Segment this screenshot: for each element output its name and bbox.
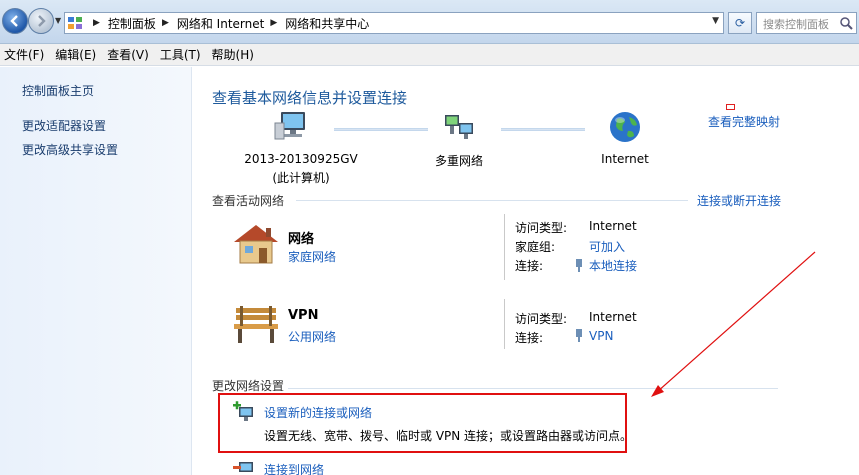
breadcrumb-separator-icon[interactable]: ▶ (162, 18, 169, 28)
local-connection-link[interactable]: 本地连接 (575, 257, 637, 274)
search-input[interactable]: 搜索控制面板 (756, 12, 857, 34)
back-button[interactable] (2, 8, 28, 34)
connection-line (334, 128, 428, 131)
divider (288, 388, 778, 389)
multiple-networks-label: 多重网络 (434, 154, 483, 168)
main-content: 查看基本网络信息并设置连接 查看完整映射 2013-20130925GV (此计… (193, 67, 859, 475)
public-network-bench-icon[interactable] (230, 302, 282, 346)
multiple-networks-icon[interactable] (441, 109, 477, 145)
homegroup-key: 家庭组: (515, 240, 556, 254)
breadcrumb[interactable]: ▶ 控制面板 ▶ 网络和 Internet ▶ 网络和共享中心 ▼ (64, 12, 724, 34)
network-2-name: VPN (288, 308, 319, 323)
breadcrumb-label: 网络和共享中心 (285, 16, 370, 31)
access-type-key: 访问类型: (515, 221, 568, 235)
sidebar-item-advanced-sharing[interactable]: 更改高级共享设置 (22, 141, 118, 158)
divider (504, 299, 505, 349)
change-settings-heading: 更改网络设置 (212, 379, 285, 393)
full-map-link[interactable]: 查看完整映射 (708, 113, 780, 130)
active-networks-heading: 查看活动网络 (212, 194, 285, 208)
page-title: 查看基本网络信息并设置连接 (212, 89, 408, 107)
connection-key: 连接: (515, 331, 544, 345)
network-2-type-link[interactable]: 公用网络 (288, 328, 336, 345)
ethernet-plug-icon (576, 329, 582, 342)
menu-file[interactable]: 文件(F) (0, 46, 51, 63)
ethernet-plug-icon (576, 259, 582, 272)
menu-bar: 文件(F) 编辑(E) 查看(V) 工具(T) 帮助(H) (0, 44, 859, 66)
access-type-value: Internet (589, 219, 637, 233)
home-network-icon[interactable] (230, 222, 282, 266)
menu-help[interactable]: 帮助(H) (208, 46, 261, 63)
sidebar: 控制面板主页 更改适配器设置 更改高级共享设置 (0, 67, 192, 475)
menu-view[interactable]: 查看(V) (103, 46, 156, 63)
control-panel-icon (68, 17, 82, 29)
address-dropdown-icon[interactable]: ▼ (712, 16, 719, 26)
breadcrumb-item-sharing-center[interactable]: 网络和共享中心 (285, 15, 369, 32)
menu-edit[interactable]: 编辑(E) (51, 46, 103, 63)
sidebar-item-control-panel-home[interactable]: 控制面板主页 (22, 82, 94, 99)
homegroup-join-link[interactable]: 可加入 (589, 238, 625, 255)
computer-icon[interactable] (273, 109, 309, 145)
menu-tools[interactable]: 工具(T) (156, 46, 208, 63)
access-type-key: 访问类型: (515, 312, 568, 326)
divider (504, 214, 505, 280)
breadcrumb-separator-root[interactable]: ▶ (87, 18, 108, 28)
network-1-type-link[interactable]: 家庭网络 (288, 248, 336, 265)
annotation-mark (726, 104, 735, 110)
computer-name-label: 2013-20130925GV (244, 152, 358, 166)
connect-to-network-icon[interactable] (231, 458, 255, 475)
history-dropdown-icon[interactable]: ▼ (55, 16, 61, 25)
internet-globe-icon[interactable] (607, 109, 643, 145)
setup-new-connection-link[interactable]: 设置新的连接或网络 (264, 404, 372, 421)
forward-arrow-icon (38, 15, 46, 27)
local-connection-label: 本地连接 (589, 259, 638, 273)
sidebar-item-adapter-settings[interactable]: 更改适配器设置 (22, 117, 106, 134)
computer-note-label: (此计算机) (272, 171, 330, 185)
address-bar: ▼ ▶ 控制面板 ▶ 网络和 Internet ▶ 网络和共享中心 ▼ ⟳ 搜索控制… (0, 0, 859, 44)
divider (296, 200, 688, 201)
refresh-button[interactable]: ⟳ (728, 12, 752, 34)
refresh-icon: ⟳ (734, 16, 746, 30)
breadcrumb-item-network-internet[interactable]: 网络和 Internet ▶ (177, 15, 285, 32)
breadcrumb-item-control-panel[interactable]: 控制面板 ▶ (108, 15, 177, 32)
connection-line (501, 128, 585, 131)
connection-key: 连接: (515, 259, 544, 273)
vpn-connection-label: VPN (589, 329, 614, 343)
new-connection-icon[interactable] (231, 401, 255, 423)
search-placeholder: 搜索控制面板 (763, 18, 829, 31)
setup-new-connection-desc: 设置无线、宽带、拨号、临时或 VPN 连接；或设置路由器或访问点。 (264, 429, 633, 443)
internet-label: Internet (601, 152, 649, 166)
forward-button[interactable] (28, 8, 54, 34)
network-1-name: 网络 (288, 232, 315, 247)
highlight-box (218, 393, 627, 453)
back-arrow-icon (10, 15, 18, 27)
vpn-connection-link[interactable]: VPN (575, 329, 613, 343)
connect-to-network-link[interactable]: 连接到网络 (264, 461, 324, 475)
access-type-value: Internet (589, 310, 637, 324)
breadcrumb-label: 网络和 Internet (176, 16, 265, 31)
breadcrumb-label: 控制面板 (107, 16, 156, 31)
search-icon[interactable] (839, 16, 853, 30)
connect-disconnect-link[interactable]: 连接或断开连接 (697, 192, 781, 209)
breadcrumb-separator-icon[interactable]: ▶ (270, 18, 277, 28)
